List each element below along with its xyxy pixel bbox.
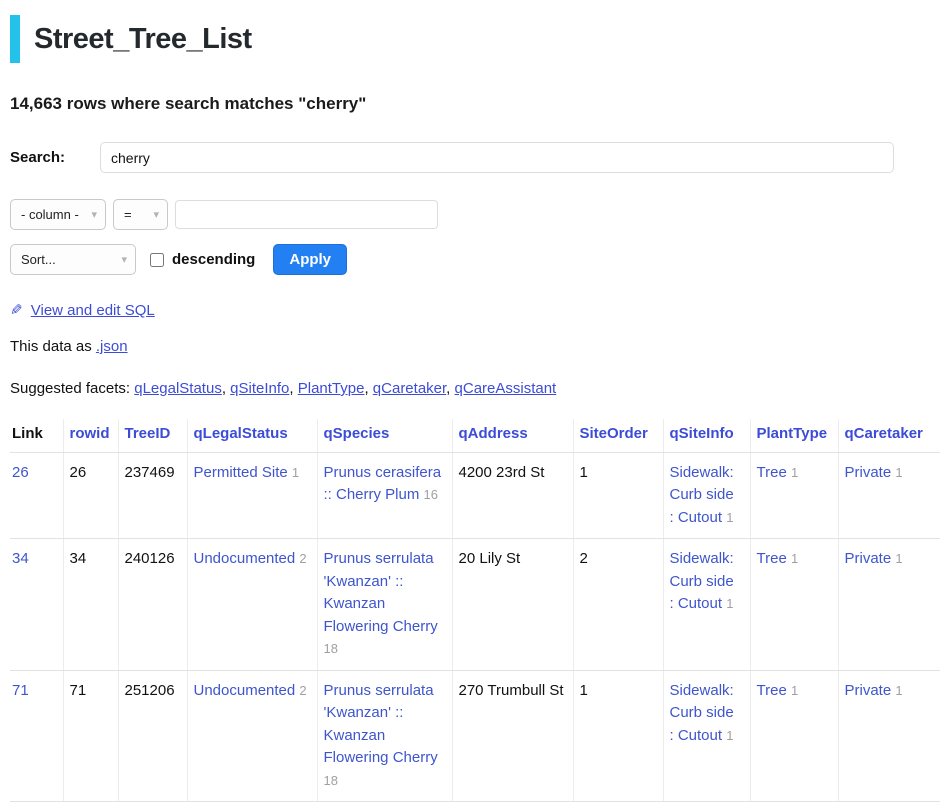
- page-header: Street_Tree_List: [10, 15, 940, 63]
- sort-select[interactable]: Sort... ▾: [10, 244, 136, 275]
- facet-count: 2: [299, 683, 306, 698]
- cell-treeid: 237469: [118, 452, 187, 539]
- facet-count: 1: [791, 465, 798, 480]
- pencil-icon: ✎: [10, 301, 23, 319]
- search-row: Search:: [10, 142, 940, 173]
- cell-qaddress: 20 Lily St: [452, 539, 573, 671]
- cell-planttype-link[interactable]: Tree: [757, 464, 787, 481]
- facet-count: 2: [299, 551, 306, 566]
- filter-row: - column - ▾ = ▾: [10, 199, 940, 230]
- table-row: 26 26 237469 Permitted Site 1 Prunus cer…: [10, 452, 940, 539]
- page-title: Street_Tree_List: [34, 23, 252, 56]
- column-header-qsiteinfo[interactable]: qSiteInfo: [663, 419, 750, 452]
- cell-qlegalstatus-link[interactable]: Undocumented: [194, 682, 296, 699]
- facet-count: 18: [324, 641, 338, 656]
- descending-label: descending: [172, 251, 255, 268]
- column-header-link: Link: [10, 419, 63, 452]
- view-edit-sql-link[interactable]: View and edit SQL: [31, 302, 155, 319]
- facet-count: 1: [791, 683, 798, 698]
- chevron-down-icon: ▾: [121, 252, 127, 265]
- facet-count: 1: [895, 683, 902, 698]
- column-select-value: - column -: [21, 207, 79, 222]
- column-header-treeid[interactable]: TreeID: [118, 419, 187, 452]
- column-header-qspecies[interactable]: qSpecies: [317, 419, 452, 452]
- chevron-down-icon: ▾: [153, 207, 159, 220]
- facet-link-qcareassistant[interactable]: qCareAssistant: [455, 380, 557, 397]
- results-table: Link rowid TreeID qLegalStatus qSpecies …: [10, 419, 940, 802]
- cell-siteorder: 2: [573, 539, 663, 671]
- sort-row: Sort... ▾ descending Apply: [10, 244, 940, 275]
- facets-prefix: Suggested facets:: [10, 380, 134, 397]
- column-header-qcaretaker[interactable]: qCaretaker: [838, 419, 940, 452]
- search-input[interactable]: [100, 142, 894, 173]
- facet-count: 1: [726, 728, 733, 743]
- cell-treeid: 251206: [118, 670, 187, 802]
- cell-qlegalstatus-link[interactable]: Undocumented: [194, 550, 296, 567]
- cell-qaddress: 270 Trumbull St: [452, 670, 573, 802]
- suggested-facets: Suggested facets: qLegalStatus, qSiteInf…: [10, 380, 940, 397]
- chevron-down-icon: ▾: [91, 207, 97, 220]
- cell-qsiteinfo-link[interactable]: Sidewalk: Curb side : Cutout: [670, 682, 734, 744]
- facet-link-planttype[interactable]: PlantType: [298, 380, 365, 397]
- table-row: 71 71 251206 Undocumented 2 Prunus serru…: [10, 670, 940, 802]
- sort-select-value: Sort...: [21, 252, 56, 267]
- facet-count: 1: [726, 596, 733, 611]
- column-header-rowid[interactable]: rowid: [63, 419, 118, 452]
- cell-qcaretaker-link[interactable]: Private: [845, 682, 892, 699]
- descending-option: descending: [150, 251, 255, 268]
- facet-count: 1: [895, 551, 902, 566]
- table-header-row: Link rowid TreeID qLegalStatus qSpecies …: [10, 419, 940, 452]
- facet-count: 1: [895, 465, 902, 480]
- cell-rowid: 26: [63, 452, 118, 539]
- data-as-line: This data as .json: [10, 338, 940, 355]
- row-count-summary: 14,663 rows where search matches "cherry…: [10, 94, 940, 114]
- cell-qsiteinfo-link[interactable]: Sidewalk: Curb side : Cutout: [670, 550, 734, 612]
- cell-planttype-link[interactable]: Tree: [757, 550, 787, 567]
- cell-qlegalstatus-link[interactable]: Permitted Site: [194, 464, 288, 481]
- facet-count: 1: [726, 510, 733, 525]
- column-header-siteorder[interactable]: SiteOrder: [573, 419, 663, 452]
- cell-qcaretaker-link[interactable]: Private: [845, 550, 892, 567]
- facet-link-qcaretaker[interactable]: qCaretaker: [373, 380, 446, 397]
- descending-checkbox[interactable]: [150, 253, 164, 267]
- row-link[interactable]: 34: [12, 550, 29, 567]
- cell-siteorder: 1: [573, 670, 663, 802]
- operator-select[interactable]: = ▾: [113, 199, 168, 230]
- facet-count: 18: [324, 773, 338, 788]
- facet-link-qlegalstatus[interactable]: qLegalStatus: [134, 380, 222, 397]
- cell-treeid: 240126: [118, 539, 187, 671]
- facet-link-qsiteinfo[interactable]: qSiteInfo: [230, 380, 289, 397]
- operator-select-value: =: [124, 207, 132, 222]
- cell-rowid: 71: [63, 670, 118, 802]
- cell-planttype-link[interactable]: Tree: [757, 682, 787, 699]
- accent-bar: [10, 15, 20, 63]
- row-link[interactable]: 71: [12, 682, 29, 699]
- sql-line: ✎ View and edit SQL: [10, 301, 940, 319]
- cell-siteorder: 1: [573, 452, 663, 539]
- cell-qaddress: 4200 23rd St: [452, 452, 573, 539]
- facet-count: 1: [292, 465, 299, 480]
- table-row: 34 34 240126 Undocumented 2 Prunus serru…: [10, 539, 940, 671]
- column-header-planttype[interactable]: PlantType: [750, 419, 838, 452]
- cell-qcaretaker-link[interactable]: Private: [845, 464, 892, 481]
- json-link[interactable]: .json: [96, 338, 128, 355]
- column-select[interactable]: - column - ▾: [10, 199, 106, 230]
- cell-rowid: 34: [63, 539, 118, 671]
- facet-count: 16: [424, 487, 438, 502]
- cell-qsiteinfo-link[interactable]: Sidewalk: Curb side : Cutout: [670, 464, 734, 526]
- data-as-prefix: This data as: [10, 338, 96, 355]
- row-link[interactable]: 26: [12, 464, 29, 481]
- column-header-qlegalstatus[interactable]: qLegalStatus: [187, 419, 317, 452]
- filter-value-input[interactable]: [175, 200, 438, 229]
- column-header-qaddress[interactable]: qAddress: [452, 419, 573, 452]
- cell-qspecies-link[interactable]: Prunus serrulata 'Kwanzan' :: Kwanzan Fl…: [324, 682, 438, 767]
- search-label: Search:: [10, 149, 100, 166]
- cell-qspecies-link[interactable]: Prunus serrulata 'Kwanzan' :: Kwanzan Fl…: [324, 550, 438, 635]
- facet-count: 1: [791, 551, 798, 566]
- apply-button[interactable]: Apply: [273, 244, 347, 275]
